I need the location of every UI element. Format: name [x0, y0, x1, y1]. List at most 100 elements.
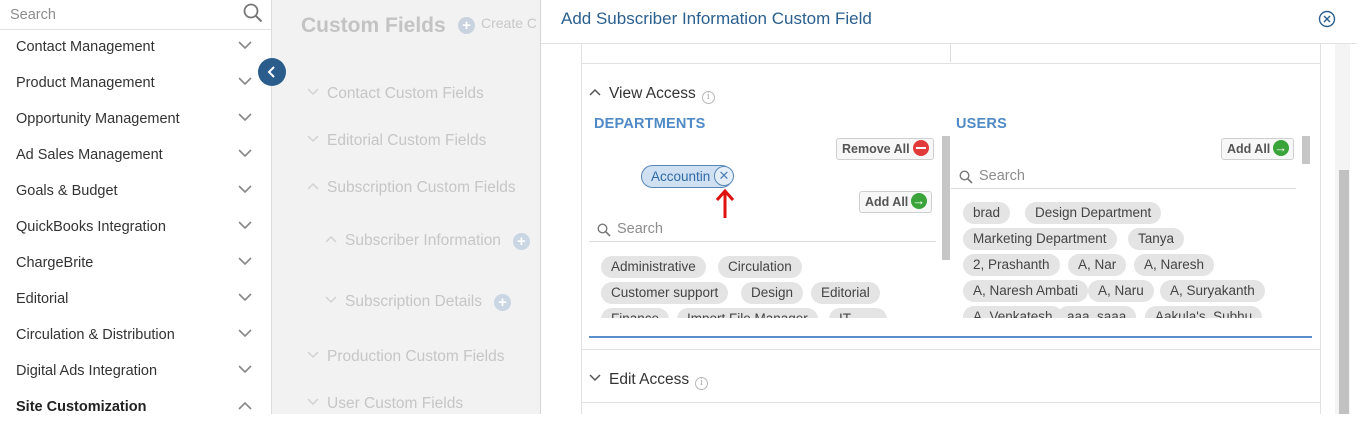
sidebar-item-label: Product Management: [16, 75, 155, 91]
remove-all-label: Remove All: [842, 142, 910, 156]
users-scrollbar[interactable]: [1302, 136, 1310, 164]
bg-item-label: Editorial Custom Fields: [327, 132, 487, 149]
chevron-down-icon: [238, 185, 252, 194]
user-tag[interactable]: 2, Prashanth: [963, 254, 1060, 276]
chevron-down-icon: [238, 293, 252, 302]
create-custom-field-link: + Create C: [458, 15, 537, 34]
sidebar-item-goals-budget[interactable]: Goals & Budget: [0, 173, 271, 209]
sidebar-item-opportunity-management[interactable]: Opportunity Management: [0, 101, 271, 137]
sidebar-item-label: Contact Management: [16, 39, 155, 55]
user-tag[interactable]: Aakula's, Subhu: [1145, 306, 1263, 318]
user-tag[interactable]: Marketing Department: [963, 228, 1117, 250]
department-tag[interactable]: Import File Manager: [677, 308, 818, 318]
department-tag[interactable]: Customer support: [601, 282, 729, 304]
chevron-left-icon: [267, 66, 275, 78]
bg-item-label: Production Custom Fields: [327, 348, 505, 365]
sidebar-search: [0, 0, 271, 30]
sidebar-item-circulation-distribution[interactable]: Circulation & Distribution: [0, 317, 271, 353]
users-available-list: brad Design Department Marketing Departm…: [958, 201, 1298, 318]
info-icon[interactable]: i: [701, 91, 715, 104]
chevron-down-icon: [238, 257, 252, 266]
chevron-up-icon: [589, 88, 601, 96]
sidebar-item-label: Editorial: [16, 291, 69, 307]
plus-icon: +: [458, 17, 475, 34]
department-tag[interactable]: Design: [741, 282, 804, 304]
edit-access-toggle[interactable]: Edit Access i: [589, 371, 709, 390]
sidebar-item-site-customization[interactable]: Site Customization: [0, 389, 271, 425]
chevron-up-icon: [307, 182, 319, 190]
user-tag[interactable]: brad: [963, 202, 1011, 224]
close-icon[interactable]: [1318, 10, 1336, 28]
sidebar-item-label: Digital Ads Integration: [16, 363, 158, 379]
user-tag[interactable]: A, Naresh Ambati: [963, 280, 1089, 302]
sidebar-item-label: ChargeBrite: [16, 255, 94, 271]
bg-item-editorial-custom-fields: Editorial Custom Fields: [307, 132, 486, 150]
search-icon: [959, 170, 973, 184]
chevron-down-icon: [589, 374, 601, 382]
sidebar-item-label: Goals & Budget: [16, 183, 118, 199]
view-access-heading: View Access: [609, 85, 696, 102]
department-tag[interactable]: Administrative: [601, 256, 706, 278]
chevron-down-icon: [238, 365, 252, 374]
users-search-input[interactable]: [979, 164, 1239, 188]
departments-add-all-button[interactable]: Add All: [859, 191, 933, 213]
user-tag[interactable]: A, Suryakanth: [1160, 280, 1265, 302]
section-underline: [589, 336, 1312, 338]
modal-scrollbar-thumb[interactable]: [1339, 170, 1349, 414]
user-tag[interactable]: aaa, saaa: [1057, 306, 1137, 318]
user-tag[interactable]: A, Venkatesh: [963, 306, 1063, 318]
user-tag[interactable]: Tanya: [1128, 228, 1185, 250]
department-tag[interactable]: Finance: [601, 308, 670, 318]
sidebar: Contact Management Product Management Op…: [0, 0, 272, 415]
bg-item-label: Subscription Custom Fields: [327, 179, 516, 196]
sidebar-item-label: Opportunity Management: [16, 111, 180, 127]
bg-item-label: Subscription Details: [345, 293, 482, 310]
minus-circle-icon: [912, 140, 929, 156]
chevron-down-icon: [238, 329, 252, 338]
user-tag[interactable]: A, Nar: [1068, 254, 1127, 276]
info-icon[interactable]: i: [695, 377, 709, 390]
plus-icon: +: [493, 294, 511, 311]
departments-label: DEPARTMENTS: [594, 116, 706, 132]
sidebar-item-ad-sales-management[interactable]: Ad Sales Management: [0, 137, 271, 173]
sidebar-item-editorial[interactable]: Editorial: [0, 281, 271, 317]
user-tag[interactable]: Design Department: [1025, 202, 1162, 224]
chevron-down-icon: [238, 113, 252, 122]
sidebar-item-digital-ads-integration[interactable]: Digital Ads Integration: [0, 353, 271, 389]
sidebar-item-contact-management[interactable]: Contact Management: [0, 29, 271, 65]
chevron-down-icon: [325, 296, 337, 304]
user-tag[interactable]: A, Naru: [1088, 280, 1154, 302]
sidebar-search-input[interactable]: [0, 0, 230, 29]
sidebar-item-quickbooks-integration[interactable]: QuickBooks Integration: [0, 209, 271, 245]
chevron-down-icon: [307, 351, 319, 359]
sidebar-collapse-button[interactable]: [258, 58, 286, 86]
view-access-toggle[interactable]: View Access i: [589, 85, 715, 104]
page-title: Custom Fields: [301, 14, 446, 37]
panel-top-divider: [582, 44, 1320, 64]
chevron-down-icon: [307, 135, 319, 143]
bg-item-label: Contact Custom Fields: [327, 85, 484, 102]
departments-remove-all-button[interactable]: Remove All: [836, 138, 934, 160]
departments-search-input[interactable]: [617, 217, 877, 241]
bg-item-subscription-details: Subscription Details +: [325, 293, 511, 311]
search-icon[interactable]: [242, 2, 264, 24]
sidebar-item-chargebrite[interactable]: ChargeBrite: [0, 245, 271, 281]
section-divider: [582, 402, 1320, 403]
add-all-label: Add All: [1227, 142, 1271, 156]
department-tag[interactable]: Editorial: [811, 282, 880, 304]
users-add-all-button[interactable]: Add All: [1221, 138, 1295, 160]
chevron-up-icon: [238, 401, 252, 410]
chevron-down-icon: [307, 398, 319, 406]
user-tag[interactable]: A, Naresh: [1134, 254, 1215, 276]
sidebar-item-label: Site Customization: [16, 399, 147, 415]
sidebar-item-label: QuickBooks Integration: [16, 219, 166, 235]
sidebar-item-label: Circulation & Distribution: [16, 327, 175, 343]
create-label: Create C: [481, 15, 538, 31]
plus-icon: +: [512, 233, 530, 250]
department-tag[interactable]: Circulation: [718, 256, 802, 278]
bg-item-contact-custom-fields: Contact Custom Fields: [307, 85, 484, 103]
departments-scrollbar[interactable]: [942, 136, 950, 260]
remove-tag-icon[interactable]: ✕: [714, 166, 734, 186]
department-tag[interactable]: IT: [829, 308, 887, 318]
sidebar-item-product-management[interactable]: Product Management: [0, 65, 271, 101]
